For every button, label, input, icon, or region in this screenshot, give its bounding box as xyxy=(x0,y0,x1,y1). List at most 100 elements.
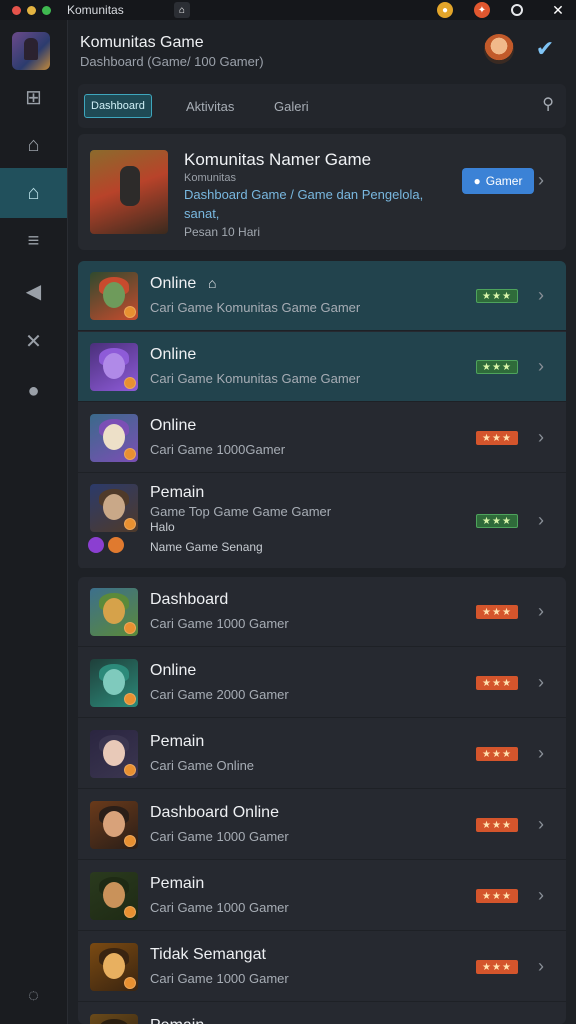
game-badge-icon xyxy=(124,835,136,847)
game-subtitle: Cari Game Komunitas Game Gamer xyxy=(150,300,361,315)
location-pin-icon: ● xyxy=(27,379,40,402)
settings-icon[interactable]: ◌ xyxy=(0,985,67,1006)
game-list-item[interactable]: Dashboard Online Cari Game 1000 Gamer ★★★ › xyxy=(78,790,566,860)
character-face xyxy=(103,740,125,766)
tools-icon: ✕ xyxy=(25,330,42,353)
tab-gallery[interactable]: Galeri xyxy=(268,94,315,118)
rating-badge: ★★★ xyxy=(476,960,518,974)
chevron-right-icon[interactable]: › xyxy=(538,743,544,764)
user-icon: ● xyxy=(473,174,481,188)
sidebar-item-tools[interactable]: ✕ xyxy=(0,316,67,366)
coin-icon[interactable]: ● xyxy=(437,2,453,18)
rating-badge: ★★★ xyxy=(476,289,518,303)
game-title: Online xyxy=(150,346,197,363)
gem-icon xyxy=(88,537,104,553)
profile-avatar[interactable] xyxy=(484,34,514,64)
verified-check-icon[interactable]: ✔ xyxy=(530,34,560,64)
window-controls xyxy=(12,5,51,15)
close-window-button[interactable] xyxy=(12,5,21,15)
chevron-right-icon[interactable]: › xyxy=(538,672,544,693)
tab-dashboard[interactable]: Dashboard xyxy=(84,94,152,118)
game-extra-caption: Name Game Senang xyxy=(150,540,263,554)
game-list-item[interactable]: Tidak Semangat Cari Game 1000 Gamer ★★★ › xyxy=(78,932,566,1002)
game-subtitle: Cari Game Online xyxy=(150,758,255,773)
tab-bar: Dashboard Aktivitas Galeri ⚲ xyxy=(78,84,566,128)
chevron-right-icon[interactable]: › xyxy=(538,956,544,977)
character-face xyxy=(103,669,125,695)
rating-badge: ★★★ xyxy=(476,676,518,690)
page-subtitle: Dashboard (Game/ 100 Gamer) xyxy=(80,54,264,69)
sidebar: ⊞ ⌂ ⌂ ≡ ◀ ✕ ● ◌ xyxy=(0,20,68,1024)
join-button[interactable]: ● Gamer xyxy=(462,168,534,194)
game-list-item[interactable]: Dashboard Cari Game 1000 Gamer ★★★ › xyxy=(78,577,566,647)
user-avatar[interactable] xyxy=(12,32,50,70)
game-list-item[interactable]: Pemain Game Top Game Game Gamer Halo Name G… xyxy=(78,474,566,569)
featured-thumbnail xyxy=(90,150,168,234)
featured-community-card[interactable]: Komunitas Namer Game Komunitas Dashboard… xyxy=(78,134,566,250)
rating-badge: ★★★ xyxy=(476,431,518,445)
chevron-right-icon[interactable]: › xyxy=(538,510,544,531)
featured-meta: Pesan 10 Hari xyxy=(184,225,261,239)
game-thumbnail xyxy=(90,588,138,636)
rating-badge: ★★★ xyxy=(476,818,518,832)
game-list-item[interactable]: Online Cari Game Komunitas Game Gamer ★★★ › xyxy=(78,332,566,402)
zoom-window-button[interactable] xyxy=(42,5,51,15)
game-list-top: Online ⌂ Cari Game Komunitas Game Gamer ★★★… xyxy=(78,261,566,569)
title-bar: Komunitas ⌂ ● ✦ ✕ xyxy=(0,0,576,20)
sidebar-item-announcements[interactable]: ◀ xyxy=(0,266,67,316)
home-icon: ⌂ xyxy=(208,275,217,291)
game-title: Online xyxy=(150,275,197,292)
search-icon[interactable]: ⚲ xyxy=(542,94,554,114)
character-face xyxy=(103,353,125,379)
game-list-item[interactable]: Online ⌂ Cari Game Komunitas Game Gamer ★★★… xyxy=(78,261,566,331)
game-badge-icon xyxy=(124,377,136,389)
minimize-window-button[interactable] xyxy=(27,5,36,15)
sidebar-item-home[interactable]: ⌂ xyxy=(0,120,67,170)
game-thumbnail xyxy=(90,730,138,778)
game-list-item[interactable]: Online Cari Game 2000 Gamer ★★★ › xyxy=(78,648,566,718)
sidebar-item-location[interactable]: ● xyxy=(0,366,67,416)
chevron-right-icon[interactable]: › xyxy=(538,601,544,622)
featured-title: Komunitas Namer Game xyxy=(184,150,372,169)
tab-activity[interactable]: Aktivitas xyxy=(180,94,240,118)
game-badge-icon xyxy=(124,977,136,989)
gamepad-icon: ⊞ xyxy=(25,86,42,109)
rating-badge: ★★★ xyxy=(476,747,518,761)
game-list-item[interactable]: Pemain Cari Game 1000 Gamer ★★★ › xyxy=(78,861,566,931)
app-title: Komunitas xyxy=(67,3,124,17)
chevron-right-icon[interactable]: › xyxy=(538,427,544,448)
character-face xyxy=(103,494,125,520)
rating-badge: ★★★ xyxy=(476,514,518,528)
game-thumbnail xyxy=(90,343,138,391)
game-title: Dashboard xyxy=(150,591,229,608)
game-badge-icon xyxy=(124,622,136,634)
notification-icon[interactable]: ✦ xyxy=(474,2,490,18)
game-subtitle: Cari Game 1000 Gamer xyxy=(150,829,289,844)
home-icon: ⌂ xyxy=(27,133,40,156)
game-badge-icon xyxy=(124,306,136,318)
game-subtitle: Cari Game 2000 Gamer xyxy=(150,687,289,702)
game-thumbnail xyxy=(90,659,138,707)
chevron-right-icon[interactable]: › xyxy=(538,885,544,906)
character-face xyxy=(103,598,125,624)
game-list-item[interactable]: Online Cari Game 1000Gamer ★★★ › xyxy=(78,403,566,473)
reward-icons xyxy=(88,537,124,553)
chevron-right-icon[interactable]: › xyxy=(538,814,544,835)
game-title: Pemain xyxy=(150,484,205,501)
chevron-right-icon[interactable]: › xyxy=(538,356,544,377)
home-shortcut-icon[interactable]: ⌂ xyxy=(174,2,190,18)
game-list-bottom: Dashboard Cari Game 1000 Gamer ★★★ › Online C… xyxy=(78,577,566,1024)
game-list-item[interactable]: Pemain Cari Game Online ★★★ › xyxy=(78,719,566,789)
close-icon[interactable]: ✕ xyxy=(550,2,566,18)
sidebar-item-community[interactable]: ⌂ xyxy=(0,168,67,218)
game-title: Pemain xyxy=(150,1017,204,1024)
record-icon[interactable] xyxy=(511,4,523,16)
game-list-item[interactable]: Pemain xyxy=(78,1003,566,1024)
sidebar-item-games[interactable]: ⊞ xyxy=(0,72,67,122)
sidebar-item-list[interactable]: ≡ xyxy=(0,216,67,266)
game-subtitle: Cari Game 1000 Gamer xyxy=(150,616,289,631)
game-subtitle: Game Top Game Game Gamer xyxy=(150,504,332,519)
game-subtitle: Cari Game 1000 Gamer xyxy=(150,900,289,915)
chevron-right-icon[interactable]: › xyxy=(538,285,544,306)
chevron-right-icon[interactable]: › xyxy=(538,170,544,191)
